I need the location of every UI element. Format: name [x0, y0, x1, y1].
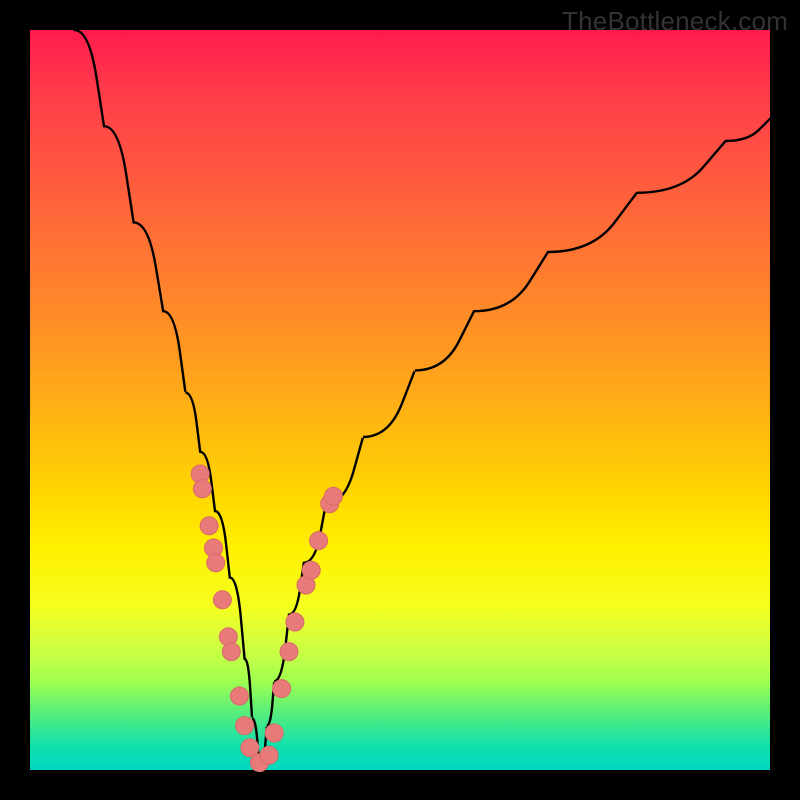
plot-area [30, 30, 770, 770]
marker-dot [280, 643, 298, 661]
marker-dot [236, 717, 254, 735]
marker-dot [260, 746, 278, 764]
marker-dot [273, 680, 291, 698]
marker-dot [222, 643, 240, 661]
marker-dot [213, 591, 231, 609]
marker-dot [207, 554, 225, 572]
bottleneck-curve [74, 30, 770, 770]
watermark-text: TheBottleneck.com [562, 6, 788, 37]
marker-dot [324, 487, 342, 505]
chart-frame: TheBottleneck.com [0, 0, 800, 800]
marker-dot [200, 517, 218, 535]
marker-dot [193, 480, 211, 498]
marker-dot [286, 613, 304, 631]
marker-dot [310, 532, 328, 550]
chart-svg [30, 30, 770, 770]
marker-dot [302, 561, 320, 579]
marker-dot [265, 724, 283, 742]
marker-dot [230, 687, 248, 705]
